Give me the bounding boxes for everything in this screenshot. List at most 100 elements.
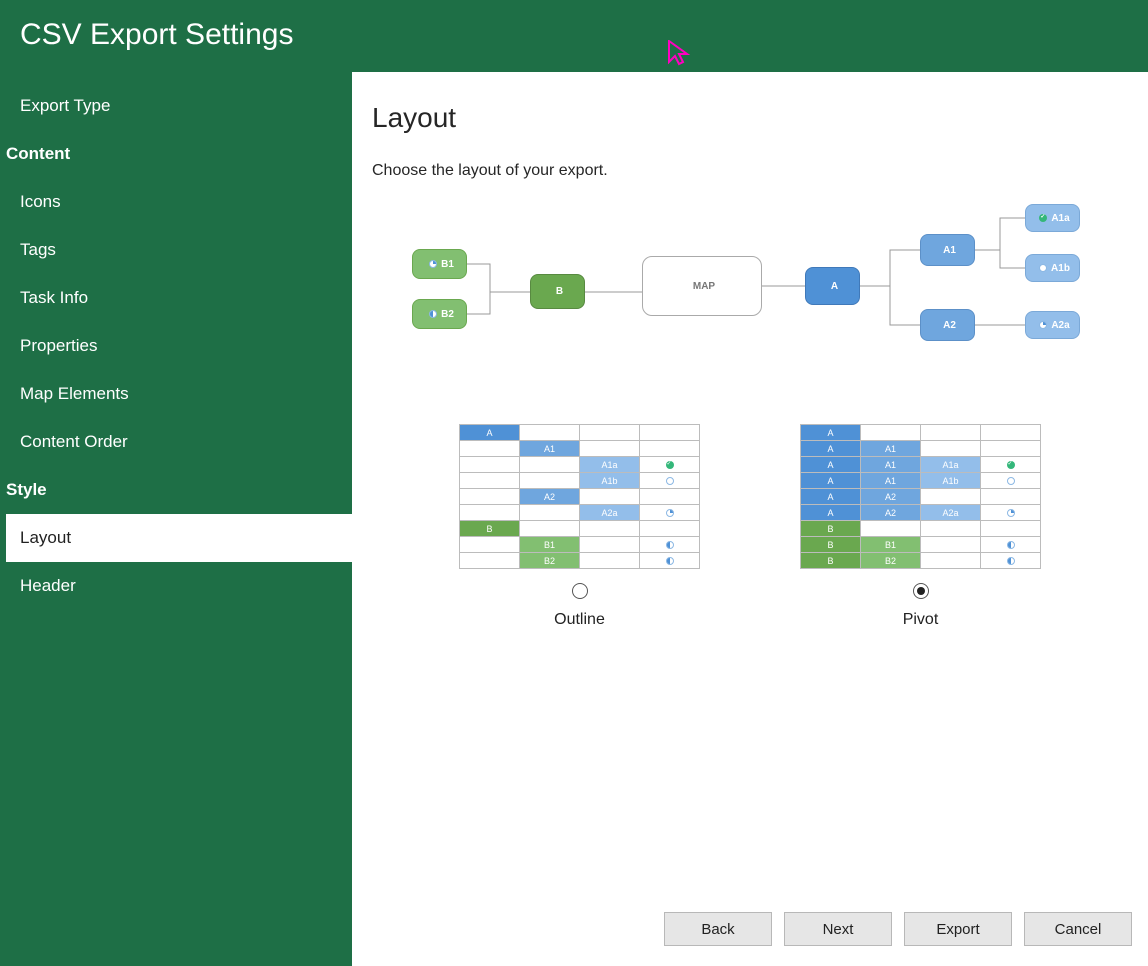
cancel-button[interactable]: Cancel (1024, 912, 1132, 946)
table-cell (640, 489, 700, 505)
diagram-node-a: A (805, 267, 860, 305)
table-cell (861, 425, 921, 441)
diagram-node-a2a: A2a (1025, 311, 1080, 339)
table-cell (460, 505, 520, 521)
table-cell (981, 553, 1041, 569)
sidebar-item-map-elements[interactable]: Map Elements (0, 370, 352, 418)
sidebar-item-properties[interactable]: Properties (0, 322, 352, 370)
sidebar-item-task-info[interactable]: Task Info (0, 274, 352, 322)
table-cell (921, 537, 981, 553)
table-cell (640, 553, 700, 569)
diagram-node-map: MAP (642, 256, 762, 316)
export-button[interactable]: Export (904, 912, 1012, 946)
table-cell: A2 (861, 505, 921, 521)
table-cell: B (801, 553, 861, 569)
sidebar-item-icons[interactable]: Icons (0, 178, 352, 226)
pivot-table: AAA1AA1A1a✓AA1A1bAA2AA2A2aBBB1BB2 (800, 424, 1041, 569)
table-cell (921, 425, 981, 441)
table-cell: A (460, 425, 520, 441)
table-cell (580, 553, 640, 569)
table-cell (640, 505, 700, 521)
table-cell: A1b (580, 473, 640, 489)
window-title: CSV Export Settings (0, 0, 1148, 72)
table-cell (580, 441, 640, 457)
table-cell (981, 521, 1041, 537)
table-cell: A (801, 505, 861, 521)
page-subtext: Choose the layout of your export. (372, 162, 1128, 180)
table-cell (921, 489, 981, 505)
sidebar-item-layout[interactable]: Layout (0, 514, 352, 562)
option-pivot: AAA1AA1A1a✓AA1A1bAA2AA2A2aBBB1BB2 Pivot (800, 424, 1041, 629)
table-cell: B1 (520, 537, 580, 553)
table-cell (981, 425, 1041, 441)
table-cell: B2 (520, 553, 580, 569)
sidebar-item-header[interactable]: Header (0, 562, 352, 610)
table-cell: B1 (861, 537, 921, 553)
diagram-node-a1b: A1b (1025, 254, 1080, 282)
table-cell (640, 441, 700, 457)
table-cell: A1 (861, 473, 921, 489)
table-cell (580, 489, 640, 505)
table-cell (981, 489, 1041, 505)
table-cell (981, 505, 1041, 521)
diagram-node-a1: A1 (920, 234, 975, 266)
table-cell: B (801, 521, 861, 537)
table-cell: A2 (520, 489, 580, 505)
table-cell (580, 537, 640, 553)
diagram-node-a2: A2 (920, 309, 975, 341)
table-cell (460, 553, 520, 569)
table-cell (460, 537, 520, 553)
page-title: Layout (372, 102, 1128, 134)
table-cell (580, 521, 640, 537)
table-cell (460, 441, 520, 457)
next-button[interactable]: Next (784, 912, 892, 946)
table-cell (580, 425, 640, 441)
table-cell (640, 473, 700, 489)
table-cell: A (801, 425, 861, 441)
table-cell (460, 473, 520, 489)
table-cell: A2a (580, 505, 640, 521)
sidebar-item-content-order[interactable]: Content Order (0, 418, 352, 466)
radio-pivot-label: Pivot (903, 611, 939, 629)
sidebar-group: Content (0, 130, 352, 178)
sidebar-group: Style (0, 466, 352, 514)
footer-buttons: Back Next Export Cancel (664, 912, 1132, 946)
table-cell (981, 473, 1041, 489)
table-cell (861, 521, 921, 537)
diagram-node-b2: B2 (412, 299, 467, 329)
table-cell (981, 441, 1041, 457)
table-cell: A1b (921, 473, 981, 489)
option-outline: AA1A1a✓A1bA2A2aBB1B2 Outline (459, 424, 700, 629)
table-cell (921, 553, 981, 569)
table-cell: A2 (861, 489, 921, 505)
radio-outline-label: Outline (554, 611, 605, 629)
radio-outline[interactable] (572, 583, 588, 599)
diagram-node-a1a: A1a (1025, 204, 1080, 232)
outline-table: AA1A1a✓A1bA2A2aBB1B2 (459, 424, 700, 569)
table-cell: A (801, 489, 861, 505)
table-cell (460, 489, 520, 505)
table-cell (520, 521, 580, 537)
table-cell (520, 505, 580, 521)
table-cell (640, 425, 700, 441)
table-cell: A (801, 473, 861, 489)
table-cell: ✓ (640, 457, 700, 473)
content-panel: Layout Choose the layout of your export.… (352, 72, 1148, 966)
table-cell (520, 425, 580, 441)
table-cell: A1 (861, 441, 921, 457)
table-cell (520, 457, 580, 473)
table-cell (640, 521, 700, 537)
diagram-node-b: B (530, 274, 585, 309)
sidebar: Export TypeContentIconsTagsTask InfoProp… (0, 72, 352, 966)
table-cell (460, 457, 520, 473)
back-button[interactable]: Back (664, 912, 772, 946)
table-cell (640, 537, 700, 553)
table-cell: A (801, 457, 861, 473)
sidebar-item-tags[interactable]: Tags (0, 226, 352, 274)
table-cell (921, 521, 981, 537)
radio-pivot[interactable] (913, 583, 929, 599)
table-cell: A1 (861, 457, 921, 473)
sidebar-item-export-type[interactable]: Export Type (0, 82, 352, 130)
table-cell: A1 (520, 441, 580, 457)
table-cell: A1a (580, 457, 640, 473)
